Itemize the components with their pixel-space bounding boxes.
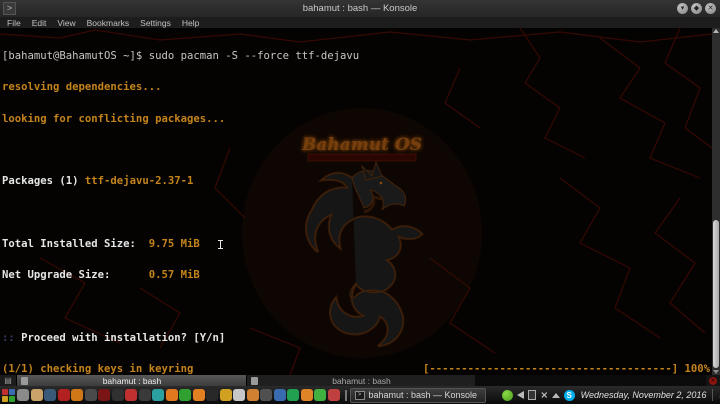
app-launcher-icon[interactable] [138,389,151,401]
tab-icon [21,376,28,385]
app-launcher-icon[interactable] [314,389,326,401]
menu-settings[interactable]: Settings [140,18,171,28]
skype-icon[interactable]: S [563,389,575,401]
scissors-icon[interactable]: ✕ [539,391,549,399]
app-launcher-icon[interactable] [84,389,97,401]
app-launcher-icon[interactable] [98,389,110,401]
app-launcher-icon[interactable] [327,389,340,401]
maximize-icon[interactable]: ◆ [691,3,702,14]
tab-label: bahamut : bash [332,375,391,386]
mouse-ibeam-cursor [217,240,224,249]
app-launcher-icon[interactable] [71,389,83,401]
app-launcher-icon[interactable] [246,389,259,401]
app-launcher-icon[interactable] [125,389,137,401]
konsole-task-icon: > [354,390,365,400]
packages-value: ttf-dejavu-2.37-1 [84,175,194,188]
tab-icon [251,376,258,385]
clock-separator [712,389,714,401]
task-button-label: bahamut : bash — Konsole [368,390,478,400]
volume-icon[interactable] [517,391,525,399]
proceed-question: Proceed with installation? [Y/n] [21,332,226,344]
menu-help[interactable]: Help [182,18,199,28]
window-titlebar[interactable]: > bahamut : bash — Konsole ▾ ◆ ✕ [0,0,720,17]
window-title: bahamut : bash — Konsole [302,3,418,14]
net-size-label: Net Upgrade Size: [2,269,111,282]
system-tray: ✕ S [502,389,575,401]
net-size-value: 0.57 MiB [110,269,200,282]
app-launcher-icon[interactable] [233,389,245,401]
close-tab-button[interactable]: ✕ [706,375,720,386]
app-launcher-icon[interactable] [165,389,178,401]
taskbar-window-button[interactable]: > bahamut : bash — Konsole [349,387,487,403]
date-text: Wednesday, November 2, 2016 [580,390,707,400]
tab-bahamut-bash-1[interactable]: bahamut : bash [17,375,246,386]
app-launcher-icon[interactable] [206,389,218,401]
pacman-marker: :: [2,332,22,344]
menu-edit[interactable]: Edit [32,18,47,28]
progress-bar: [--------------------------------------]… [423,363,711,375]
clock-widget[interactable]: Wednesday, November 2, 2016 5:34 PM [581,389,720,401]
app-launcher-icon[interactable] [30,389,43,401]
menu-bar: File Edit View Bookmarks Settings Help [0,17,720,28]
close-icon[interactable]: ✕ [705,3,716,14]
tab-bar-spacer [475,375,706,386]
terminal-output: [bahamut@BahamutOS ~]$ sudo pacman -S --… [2,30,712,375]
app-launcher-icon[interactable] [57,389,70,401]
app-launcher-icon[interactable] [300,389,313,401]
tray-expand-icon[interactable] [551,392,560,398]
window-list-icon[interactable] [344,389,347,401]
app-launcher-icon[interactable] [179,389,191,401]
app-launcher-icon[interactable] [192,389,205,401]
app-launcher-icon[interactable] [152,389,164,401]
total-size-label: Total Installed Size: [2,237,136,250]
menu-file[interactable]: File [7,18,21,28]
scroll-up-icon[interactable] [713,29,719,33]
prompt: [bahamut@BahamutOS ~]$ [2,49,143,62]
check-line: (1/1) checking keys in keyring [2,363,194,375]
desktop: > bahamut : bash — Konsole ▾ ◆ ✕ File Ed… [0,0,720,404]
terminal-scrollbar[interactable] [712,28,720,375]
new-tab-button[interactable]: ▤ [0,375,17,386]
launcher-icons [17,389,340,401]
app-launcher-icon[interactable] [287,389,299,401]
konsole-window-icon: > [3,2,16,15]
app-launcher-icon[interactable] [17,389,29,401]
minimize-icon[interactable]: ▾ [677,3,688,14]
app-launcher-icon[interactable] [219,389,232,401]
packages-label: Packages (1) [2,175,85,188]
scrollbar-thumb[interactable] [713,220,719,368]
app-launcher-icon[interactable] [273,389,286,401]
close-tab-icon: ✕ [709,376,717,385]
conflicting-line: looking for conflicting packages... [2,112,226,125]
total-size-value: 9.75 MiB [135,237,200,250]
konsole-tab-bar: ▤ bahamut : bash bahamut : bash ✕ [0,375,720,386]
system-taskbar: > bahamut : bash — Konsole ✕ S Wednesday… [0,386,720,404]
command: sudo pacman -S --force ttf-dejavu [142,49,360,62]
start-menu-icon[interactable] [2,388,15,402]
tab-bahamut-bash-2[interactable]: bahamut : bash [246,375,475,386]
scroll-down-icon[interactable] [713,370,719,374]
tab-label: bahamut : bash [102,375,162,386]
resolving-line: resolving dependencies... [2,81,162,94]
app-launcher-icon[interactable] [260,389,272,401]
app-launcher-icon[interactable] [111,389,124,401]
menu-view[interactable]: View [57,18,75,28]
update-notifier-icon[interactable] [502,389,514,401]
app-launcher-icon[interactable] [44,389,56,401]
clipboard-icon[interactable] [528,390,537,400]
terminal-view[interactable]: Bahamut OS [bahamut@BahamutOS ~]$ sudo p… [0,28,712,375]
menu-bookmarks[interactable]: Bookmarks [87,18,130,28]
